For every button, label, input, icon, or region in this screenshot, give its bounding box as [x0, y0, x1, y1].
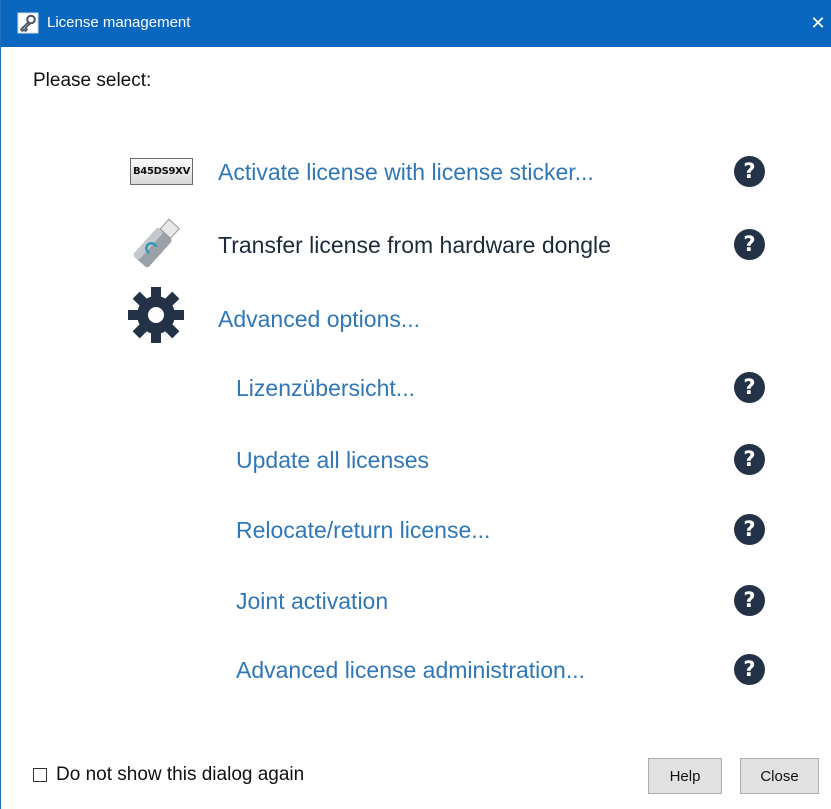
- advanced-license-admin-link[interactable]: Advanced license administration...: [236, 657, 585, 684]
- activate-license-sticker-link[interactable]: Activate license with license sticker...: [218, 159, 594, 186]
- help-license-overview-button[interactable]: ?: [734, 372, 765, 403]
- dont-show-again-label: Do not show this dialog again: [56, 764, 305, 785]
- help-transfer-dongle-button[interactable]: ?: [734, 229, 765, 260]
- help-activate-sticker-button[interactable]: ?: [734, 156, 765, 187]
- dont-show-again-checkbox[interactable]: Do not show this dialog again: [33, 764, 304, 786]
- advanced-options-link[interactable]: Advanced options...: [218, 306, 420, 333]
- title-bar: License management ✕: [1, 0, 831, 47]
- sticker-code: B45DS9XV: [132, 166, 191, 177]
- close-button[interactable]: Close: [740, 758, 819, 794]
- help-license-admin-button[interactable]: ?: [734, 654, 765, 685]
- window-close-button[interactable]: ✕: [804, 0, 831, 47]
- update-all-licenses-link[interactable]: Update all licenses: [236, 447, 429, 474]
- help-update-licenses-button[interactable]: ?: [734, 444, 765, 475]
- help-relocate-license-button[interactable]: ?: [734, 514, 765, 545]
- help-joint-activation-button[interactable]: ?: [734, 585, 765, 616]
- key-icon: [17, 12, 39, 34]
- transfer-dongle-link[interactable]: Transfer license from hardware dongle: [218, 232, 611, 259]
- checkbox-box[interactable]: [33, 768, 47, 782]
- gear-icon: [128, 287, 184, 343]
- window-title: License management: [47, 14, 191, 31]
- joint-activation-link[interactable]: Joint activation: [236, 588, 388, 615]
- license-sticker-icon: B45DS9XV: [130, 158, 193, 185]
- help-button[interactable]: Help: [648, 758, 722, 794]
- relocate-return-license-link[interactable]: Relocate/return license...: [236, 517, 490, 544]
- license-overview-link[interactable]: Lizenzübersicht...: [236, 375, 415, 402]
- select-prompt: Please select:: [33, 70, 152, 91]
- license-management-dialog: License management ✕ Please select: B45D…: [0, 0, 831, 809]
- usb-dongle-icon: [133, 218, 180, 268]
